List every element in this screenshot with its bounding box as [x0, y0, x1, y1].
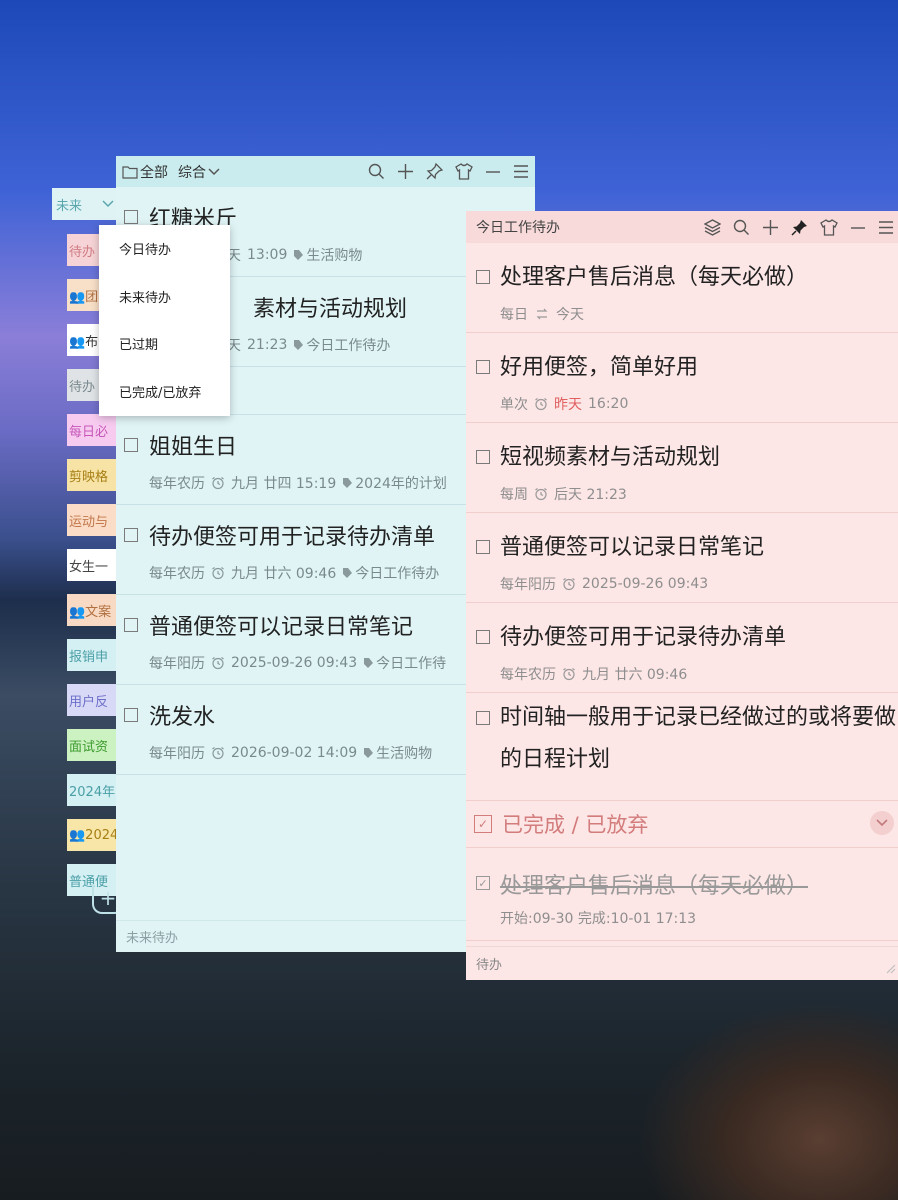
todo-title: 普通便签可以记录日常笔记: [149, 615, 414, 640]
todo-title: 普通便签可以记录日常笔记: [500, 535, 765, 560]
note-window-right: 今日工作待办 处理客户售后消息（每天必做） 每日 今天 好用便签，简单好用 单次…: [466, 211, 898, 980]
search-icon[interactable]: [733, 219, 750, 236]
todo-meta: 每年农历 九月 廿六 09:46: [500, 667, 688, 683]
todo-item[interactable]: 短视频素材与活动规划 每周 后天 21:23: [466, 423, 898, 513]
todo-checkbox[interactable]: [476, 540, 490, 554]
pin-active-icon[interactable]: [791, 219, 808, 236]
todo-checkbox[interactable]: [124, 708, 138, 722]
layers-icon[interactable]: [704, 218, 721, 236]
menu-icon[interactable]: [878, 219, 894, 236]
repeat-icon: [534, 308, 550, 320]
folder-icon[interactable]: [122, 165, 138, 179]
todo-item[interactable]: 时间轴一般用于记录已经做过的或将要做的日程计划: [466, 693, 898, 801]
todo-title: 素材与活动规划: [253, 297, 408, 322]
tag-icon: [293, 339, 304, 351]
completed-todo-item[interactable]: ✓ 处理客户售后消息（每天必做） 开始:09-30 完成:10-01 17:13: [466, 848, 898, 941]
dropdown-option-expired[interactable]: 已过期: [99, 320, 230, 368]
window-footer: 待办: [466, 946, 898, 980]
alarm-icon: [562, 667, 576, 681]
todo-checkbox[interactable]: [476, 630, 490, 644]
todo-title: 时间轴一般用于记录已经做过的或将要做的日程计划: [500, 705, 897, 772]
add-icon[interactable]: [397, 163, 414, 180]
todo-checkbox[interactable]: [476, 270, 490, 284]
background-rocks: [638, 1000, 898, 1200]
todo-checkbox[interactable]: [124, 438, 138, 452]
todo-title: 待办便签可用于记录待办清单: [149, 525, 436, 550]
skin-icon[interactable]: [820, 218, 838, 236]
alarm-icon: [534, 397, 548, 411]
folder-label[interactable]: 全部: [140, 162, 168, 182]
dropdown-option-completed[interactable]: 已完成/已放弃: [99, 368, 230, 416]
todo-checkbox[interactable]: [124, 618, 138, 632]
todo-title: 短视频素材与活动规划: [500, 445, 721, 470]
alarm-icon: [562, 577, 576, 591]
todo-meta: 每年阳历 2026-09-02 14:09 生活购物: [149, 745, 433, 762]
todo-item[interactable]: 处理客户售后消息（每天必做） 每日 今天: [466, 243, 898, 333]
view-mode-label[interactable]: 综合: [178, 162, 206, 182]
completed-section-label: 已完成 / 已放弃: [502, 813, 649, 837]
filter-select[interactable]: 未来: [52, 188, 120, 220]
completed-section-header[interactable]: ✓ 已完成 / 已放弃: [466, 801, 898, 848]
tag-icon: [363, 657, 374, 669]
minimize-icon[interactable]: [485, 163, 501, 180]
alarm-icon: [534, 487, 548, 501]
todo-meta: 每周 后天 21:23: [500, 487, 627, 503]
add-icon[interactable]: [762, 219, 779, 236]
tag-icon: [363, 747, 374, 759]
todo-meta: 每年农历 九月 廿四 15:19 2024年的计划: [149, 476, 447, 492]
resize-grip-icon[interactable]: [884, 962, 896, 978]
alarm-icon: [211, 656, 225, 670]
todo-checkbox[interactable]: [476, 711, 490, 725]
todo-meta: 每年阳历 2025-09-26 09:43: [500, 576, 709, 593]
alarm-icon: [211, 566, 225, 580]
todo-title: 处理客户售后消息（每天必做）: [500, 874, 809, 899]
chevron-down-icon[interactable]: [870, 811, 894, 835]
todo-item[interactable]: 普通便签可以记录日常笔记 每年阳历 2025-09-26 09:43: [466, 513, 898, 603]
todo-item[interactable]: 待办便签可用于记录待办清单 每年农历 九月 廿六 09:46: [466, 603, 898, 693]
window-title: 今日工作待办: [476, 220, 560, 236]
window-titlebar: 今日工作待办: [466, 211, 898, 243]
filter-select-label: 未来: [56, 198, 83, 214]
todo-meta: 每日 今天: [500, 307, 584, 323]
todo-meta: 开始:09-30 完成:10-01 17:13: [500, 911, 697, 927]
todo-meta: 每年农历 九月 廿六 09:46 今日工作待办: [149, 566, 440, 582]
todo-checkbox[interactable]: [476, 450, 490, 464]
dropdown-option-today[interactable]: 今日待办: [99, 225, 230, 273]
dropdown-option-future[interactable]: 未来待办: [99, 273, 230, 321]
todo-title: 待办便签可用于记录待办清单: [500, 625, 787, 650]
check-icon: ✓: [474, 815, 492, 833]
search-icon[interactable]: [368, 163, 385, 180]
overdue-label: 昨天: [554, 397, 582, 413]
todo-title: 洗发水: [149, 705, 216, 730]
filter-dropdown-menu: 今日待办 未来待办 已过期 已完成/已放弃: [99, 225, 230, 416]
chevron-down-icon: [102, 197, 114, 212]
chevron-down-icon[interactable]: [208, 167, 220, 176]
todo-checkbox[interactable]: [124, 210, 138, 224]
todo-title: 好用便签，简单好用: [500, 355, 699, 380]
window-titlebar: 全部 综合: [116, 156, 535, 187]
tag-icon: [293, 249, 304, 261]
todo-title: 姐姐生日: [149, 435, 238, 460]
skin-icon[interactable]: [455, 163, 473, 180]
menu-icon[interactable]: [513, 163, 529, 180]
pin-icon[interactable]: [426, 163, 443, 180]
todo-checkbox-checked[interactable]: ✓: [476, 876, 490, 890]
todo-meta: 每年阳历 2025-09-26 09:43 今日工作待: [149, 655, 447, 672]
todo-checkbox[interactable]: [124, 528, 138, 542]
alarm-icon: [211, 476, 225, 490]
minimize-icon[interactable]: [850, 219, 866, 236]
alarm-icon: [211, 746, 225, 760]
todo-item[interactable]: 好用便签，简单好用 单次 昨天 16:20: [466, 333, 898, 423]
todo-meta: 单次 昨天 16:20: [500, 396, 629, 413]
tag-icon: [342, 477, 353, 489]
tag-icon: [342, 567, 353, 579]
todo-checkbox[interactable]: [476, 360, 490, 374]
todo-title: 处理客户售后消息（每天必做）: [500, 265, 809, 290]
